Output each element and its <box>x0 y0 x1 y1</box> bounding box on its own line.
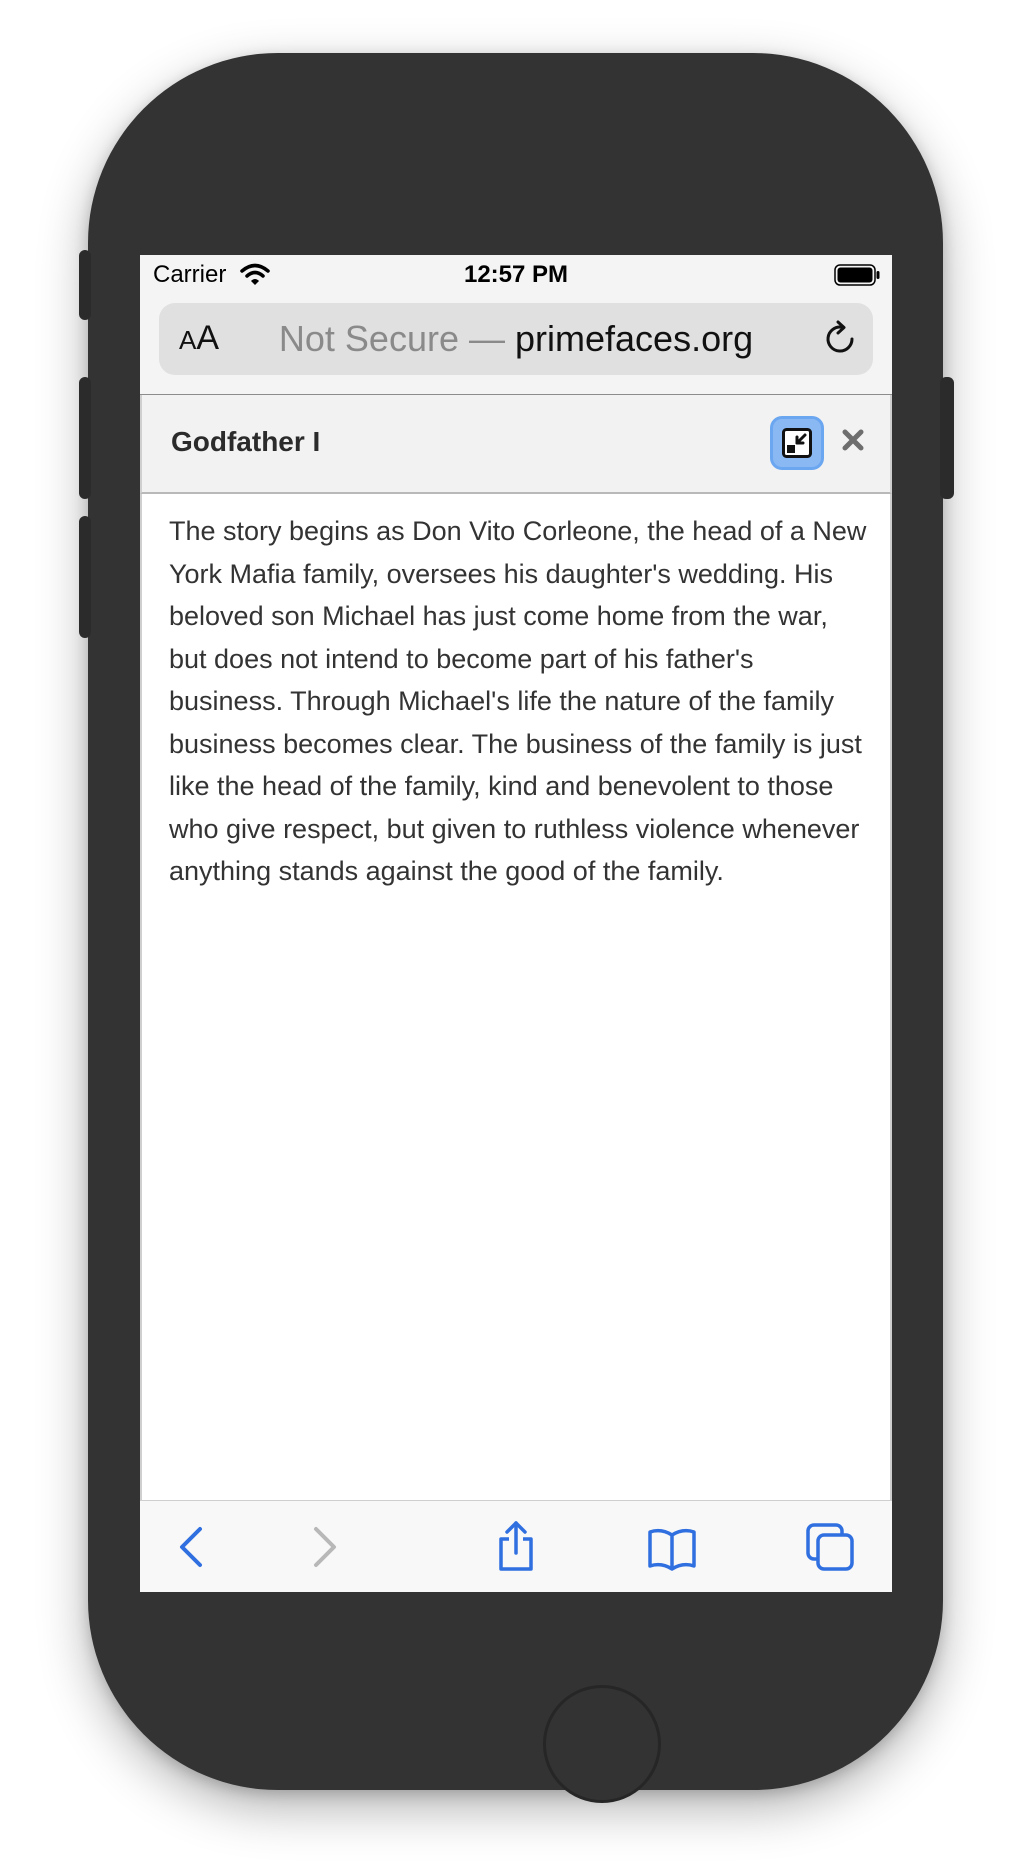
security-label: Not Secure — <box>278 318 505 359</box>
volume-down-button <box>79 516 91 638</box>
mute-switch <box>79 250 91 320</box>
share-icon[interactable] <box>490 1521 542 1573</box>
screen: Carrier 12:57 PM AA Not Secure — primefa… <box>140 255 892 1592</box>
dialog-body-text: The story begins as Don Vito Corleone, t… <box>169 516 867 886</box>
battery-icon <box>834 264 880 286</box>
forward-icon[interactable] <box>298 1521 350 1573</box>
dialog-title: Godfather I <box>171 426 321 457</box>
status-time: 12:57 PM <box>463 261 569 288</box>
minimize-button[interactable] <box>770 416 824 470</box>
bookmarks-icon[interactable] <box>646 1521 698 1573</box>
url-display[interactable]: Not Secure — primefaces.org <box>159 319 873 359</box>
reload-icon[interactable] <box>821 320 859 358</box>
power-button <box>940 377 954 499</box>
address-bar[interactable]: AA Not Secure — primefaces.org <box>159 303 873 375</box>
domain-label: primefaces.org <box>515 318 754 359</box>
close-icon[interactable] <box>838 425 868 455</box>
volume-up-button <box>79 377 91 499</box>
status-bar: Carrier 12:57 PM <box>140 255 892 299</box>
browser-toolbar <box>140 1500 892 1592</box>
tabs-icon[interactable] <box>804 1521 856 1573</box>
dialog-header[interactable]: Godfather I <box>140 395 892 494</box>
dialog-content: The story begins as Don Vito Corleone, t… <box>140 494 892 1500</box>
minimize-icon <box>782 428 812 458</box>
address-bar-area: AA Not Secure — primefaces.org <box>140 299 892 395</box>
back-icon[interactable] <box>166 1521 218 1573</box>
home-button[interactable] <box>543 1685 661 1803</box>
